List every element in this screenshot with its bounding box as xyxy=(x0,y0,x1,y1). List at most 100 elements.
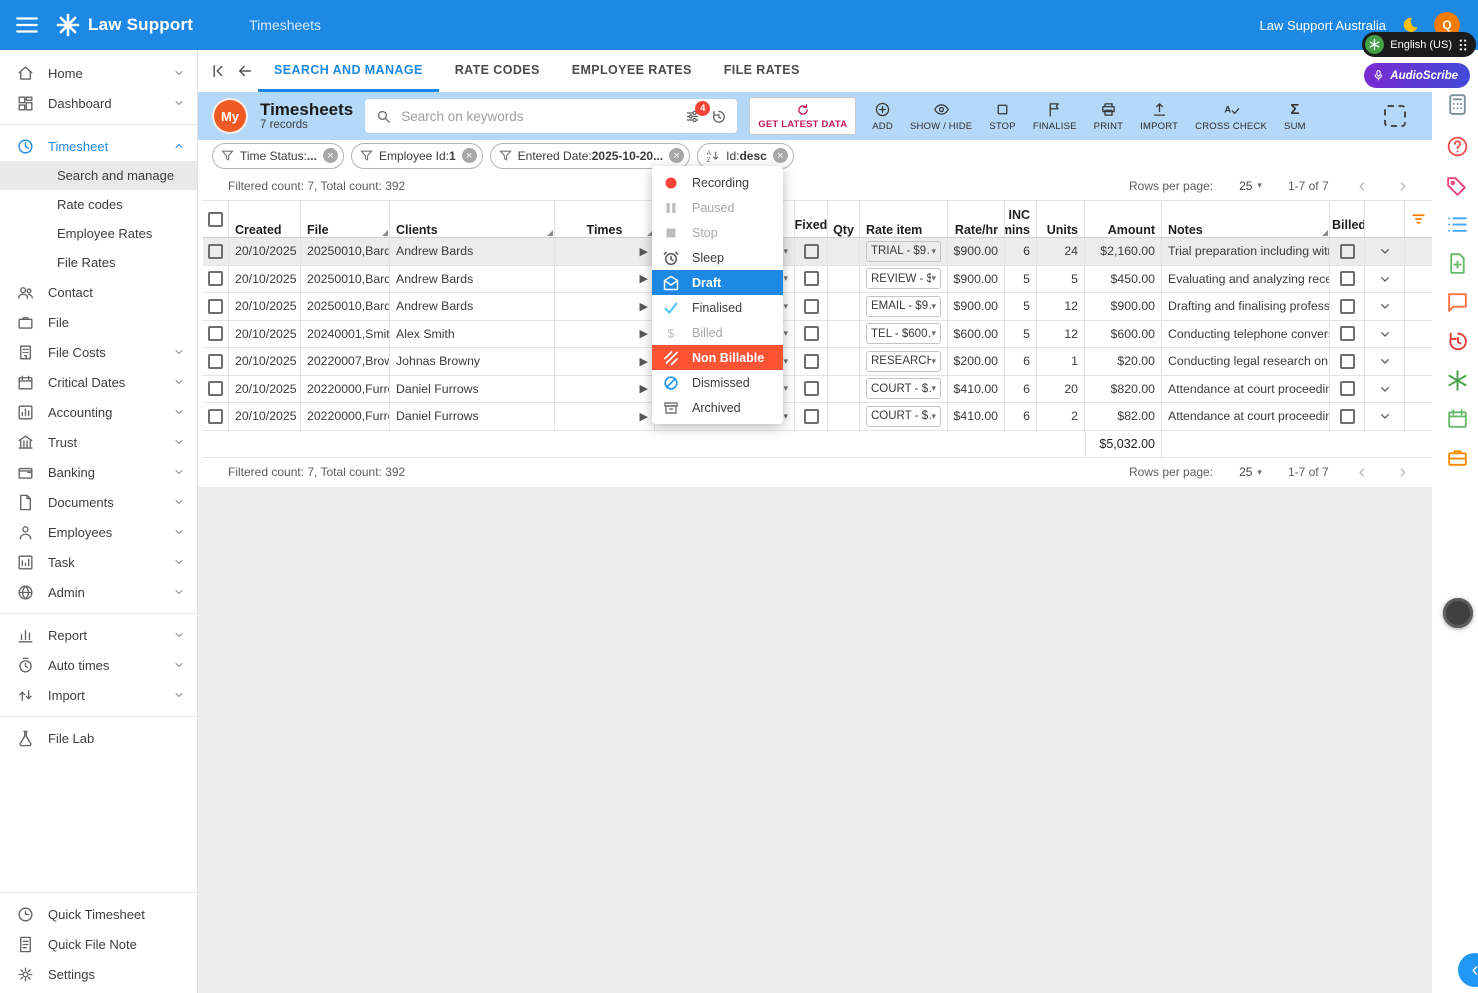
rows-per-page-select[interactable]: 25 ▾ xyxy=(1239,179,1262,193)
col-inc-mins[interactable]: INC mins xyxy=(1005,201,1037,237)
remove-chip-icon[interactable]: × xyxy=(772,148,788,163)
col-qty[interactable]: Qty xyxy=(828,201,860,237)
status-option-finalised[interactable]: Finalised xyxy=(652,295,783,320)
app-logo[interactable]: Law Support xyxy=(56,13,193,37)
col-billed[interactable]: Billed xyxy=(1330,201,1365,237)
sidebar-item-quick-file-note[interactable]: Quick File Note xyxy=(0,929,197,959)
cell-rate-item-select[interactable]: COURT - $…▾ xyxy=(860,375,948,402)
row-expand-button[interactable] xyxy=(1365,403,1405,430)
cell-rate-item-select[interactable]: TEL - $600…▾ xyxy=(860,320,948,347)
cell-fixed-checkbox[interactable] xyxy=(795,238,828,265)
col-fixed[interactable]: Fixed xyxy=(795,201,828,237)
hamburger-menu-icon[interactable] xyxy=(14,12,40,38)
get-latest-data-button[interactable]: GET LATEST DATA xyxy=(749,97,857,135)
sidebar-item-contact[interactable]: Contact xyxy=(0,277,197,307)
cross-check-button[interactable]: A CROSS CHECK xyxy=(1195,101,1267,132)
show-hide-button[interactable]: SHOW / HIDE xyxy=(910,101,972,132)
dial-icon[interactable] xyxy=(1443,598,1473,628)
finalise-button[interactable]: FINALISE xyxy=(1033,101,1077,132)
stop-button[interactable]: STOP xyxy=(989,101,1016,132)
table-row[interactable]: 20/10/202520240001,Smith…Alex Smith▶▾TEL… xyxy=(203,320,1432,348)
tag-icon[interactable] xyxy=(1445,173,1470,198)
cell-billed-checkbox[interactable] xyxy=(1330,265,1365,292)
sidebar-item-banking[interactable]: Banking xyxy=(0,457,197,487)
cell-billed-checkbox[interactable] xyxy=(1330,348,1365,375)
row-checkbox[interactable] xyxy=(203,403,229,430)
row-checkbox[interactable] xyxy=(203,320,229,347)
filter-settings-icon[interactable]: 4 xyxy=(684,100,711,125)
status-option-draft[interactable]: Draft xyxy=(652,270,783,295)
column-filter-icon[interactable] xyxy=(1405,201,1432,237)
cell-billed-checkbox[interactable] xyxy=(1330,238,1365,265)
cell-fixed-checkbox[interactable] xyxy=(795,403,828,430)
col-file[interactable]: File xyxy=(301,201,390,237)
play-icon[interactable]: ▶ xyxy=(640,382,648,395)
calendar-icon[interactable] xyxy=(1445,406,1470,431)
next-page-button[interactable]: › xyxy=(1395,176,1410,196)
search-history-icon[interactable] xyxy=(710,108,727,125)
sidebar-item-trust[interactable]: Trust xyxy=(0,427,197,457)
sum-button[interactable]: Σ SUM xyxy=(1284,101,1306,132)
selection-mode-button[interactable] xyxy=(1384,105,1406,127)
status-option-sleep[interactable]: Sleep xyxy=(652,245,783,270)
row-expand-button[interactable] xyxy=(1365,238,1405,265)
cell-fixed-checkbox[interactable] xyxy=(795,320,828,347)
sidebar-item-task[interactable]: Task xyxy=(0,547,197,577)
status-option-paused[interactable]: Paused xyxy=(652,195,783,220)
sidebar-item-rate-codes[interactable]: Rate codes xyxy=(0,190,197,219)
play-icon[interactable]: ▶ xyxy=(640,410,648,423)
cell-rate-item-select[interactable]: COURT - $…▾ xyxy=(860,403,948,430)
cell-fixed-checkbox[interactable] xyxy=(795,265,828,292)
prev-page-button[interactable]: ‹ xyxy=(1355,176,1370,196)
row-expand-button[interactable] xyxy=(1365,320,1405,347)
cell-billed-checkbox[interactable] xyxy=(1330,375,1365,402)
add-button[interactable]: ADD xyxy=(872,101,893,132)
sidebar-item-documents[interactable]: Documents xyxy=(0,487,197,517)
play-icon[interactable]: ▶ xyxy=(640,327,648,340)
col-notes[interactable]: Notes xyxy=(1162,201,1330,237)
sidebar-item-home[interactable]: Home xyxy=(0,58,197,88)
calculator-icon[interactable] xyxy=(1445,92,1470,117)
row-expand-button[interactable] xyxy=(1365,265,1405,292)
next-page-button[interactable]: › xyxy=(1395,462,1410,482)
col-rate-hr[interactable]: Rate/hr xyxy=(948,201,1005,237)
table-row[interactable]: 20/10/202520250010,Bards…Andrew Bards▶▾T… xyxy=(203,238,1432,266)
sidebar-item-file-lab[interactable]: File Lab xyxy=(0,723,197,753)
col-rate-item[interactable]: Rate item xyxy=(860,201,948,237)
table-row[interactable]: 20/10/202520220000,Furro…Daniel Furrows ▶… xyxy=(203,375,1432,403)
sidebar-item-file[interactable]: File xyxy=(0,307,197,337)
drag-handle-icon[interactable] xyxy=(1458,38,1468,52)
avatar[interactable]: My xyxy=(212,98,248,134)
table-row[interactable]: 20/10/202520220007,Brow…Johnas Browny▶▾R… xyxy=(203,348,1432,376)
sidebar-item-file-costs[interactable]: File Costs xyxy=(0,337,197,367)
status-option-archived[interactable]: Archived xyxy=(652,395,783,420)
sidebar-item-search-and-manage[interactable]: Search and manage xyxy=(0,161,197,190)
cell-billed-checkbox[interactable] xyxy=(1330,403,1365,430)
add-document-icon[interactable] xyxy=(1445,251,1470,276)
cell-rate-item-select[interactable]: TRIAL - $9… ▾ xyxy=(860,238,948,265)
status-option-non-billable[interactable]: Non Billable xyxy=(652,345,783,370)
history-icon[interactable] xyxy=(1445,329,1470,354)
select-all-checkbox[interactable] xyxy=(203,201,229,237)
status-option-dismissed[interactable]: Dismissed xyxy=(652,370,783,395)
col-created[interactable]: Created xyxy=(229,201,301,237)
play-icon[interactable]: ▶ xyxy=(640,272,648,285)
remove-chip-icon[interactable]: × xyxy=(461,148,477,163)
status-option-billed[interactable]: $ Billed xyxy=(652,320,783,345)
sidebar-item-report[interactable]: Report xyxy=(0,620,197,650)
sidebar-item-file-rates[interactable]: File Rates xyxy=(0,248,197,277)
sidebar-item-admin[interactable]: Admin xyxy=(0,577,197,607)
sidebar-item-employees[interactable]: Employees xyxy=(0,517,197,547)
search-box[interactable]: 4 xyxy=(365,99,738,133)
remove-chip-icon[interactable]: × xyxy=(322,148,338,163)
tab-search-and-manage[interactable]: SEARCH AND MANAGE xyxy=(258,50,439,92)
remove-chip-icon[interactable]: × xyxy=(669,148,685,163)
row-expand-button[interactable] xyxy=(1365,375,1405,402)
row-expand-button[interactable] xyxy=(1365,293,1405,320)
support-icon[interactable] xyxy=(1445,368,1470,393)
sidebar-item-critical-dates[interactable]: Critical Dates xyxy=(0,367,197,397)
cell-fixed-checkbox[interactable] xyxy=(795,293,828,320)
search-input[interactable] xyxy=(401,108,676,124)
filter-chip-employee-id[interactable]: Employee Id:1 × xyxy=(350,142,483,169)
print-button[interactable]: PRINT xyxy=(1094,101,1124,132)
